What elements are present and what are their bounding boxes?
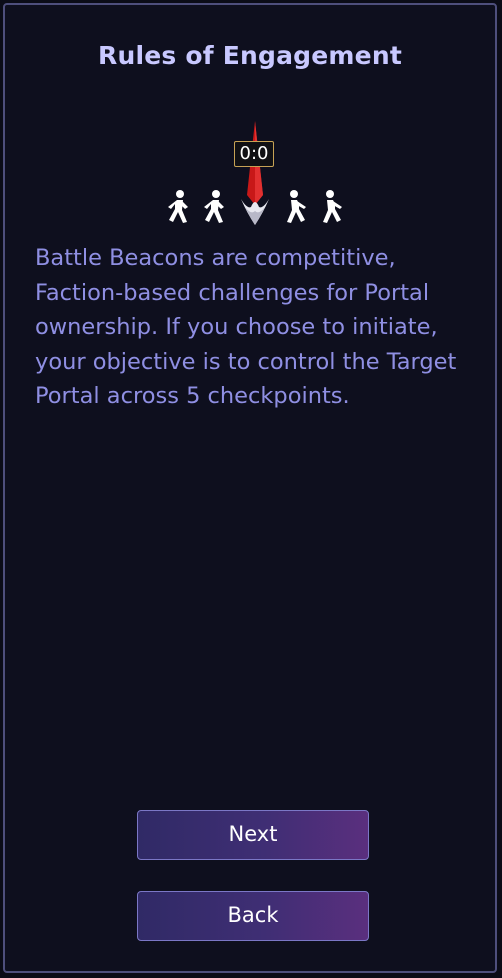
beacon-illustration: 0:0 — [155, 117, 355, 229]
dialog-title: Rules of Engagement — [98, 41, 402, 70]
walking-person-icon — [323, 190, 342, 223]
beacon-icon — [241, 121, 269, 225]
walking-person-icon — [168, 190, 188, 223]
rules-description: Battle Beacons are competitive, Faction-… — [35, 245, 457, 409]
walking-person-icon — [204, 190, 224, 223]
walking-person-icon — [287, 190, 306, 223]
timer-badge: 0:0 — [234, 141, 274, 167]
rules-dialog: Rules of Engagement 0:0 Battle Beacons a… — [3, 3, 497, 973]
next-button[interactable]: Next — [137, 810, 369, 860]
back-button[interactable]: Back — [137, 891, 369, 941]
